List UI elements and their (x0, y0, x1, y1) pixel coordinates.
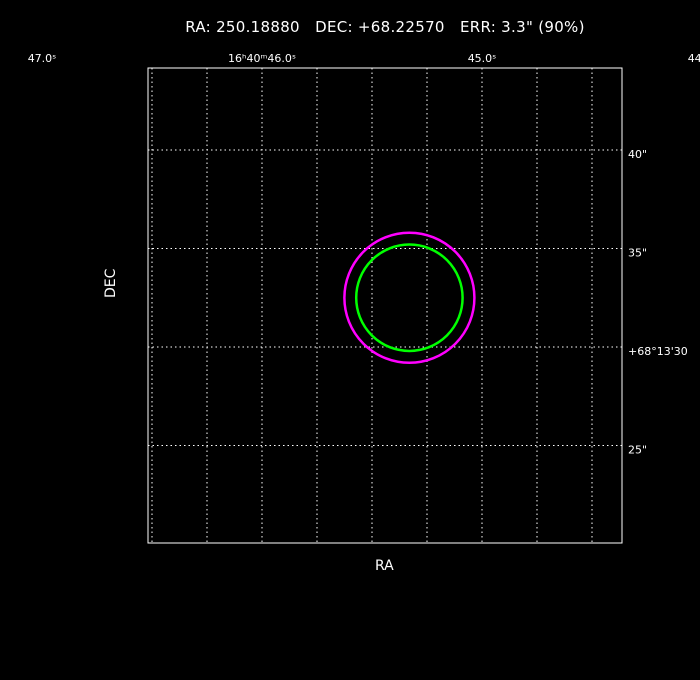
x-tick-label: 47.0ˢ (28, 52, 57, 65)
grid-layer (148, 68, 622, 543)
y-tick-label: +68°13'30 (628, 345, 688, 358)
x-tick-label: 44.0ˢ (688, 52, 700, 65)
sky-chart: 47.0ˢ 16ʰ40ᵐ46.0ˢ 45.0ˢ 44.0ˢ 40" 35" +68°13'3… (28, 52, 700, 544)
y-tick-label: 40" (628, 148, 647, 161)
y-axis-label: DEC (103, 268, 119, 298)
error-circle (343, 231, 476, 365)
tick-labels: 47.0ˢ 16ʰ40ᵐ46.0ˢ 45.0ˢ 44.0ˢ 40" 35" +68°13'3… (28, 52, 700, 457)
x-tick-label: 16ʰ40ᵐ46.0ˢ (228, 52, 296, 65)
plot-frame (147, 67, 623, 544)
x-axis-label: RA (375, 558, 394, 574)
y-tick-label: 35" (628, 247, 647, 260)
y-tick-label: 25" (628, 444, 647, 457)
error-circles (343, 231, 476, 365)
x-tick-label: 45.0ˢ (468, 52, 497, 65)
